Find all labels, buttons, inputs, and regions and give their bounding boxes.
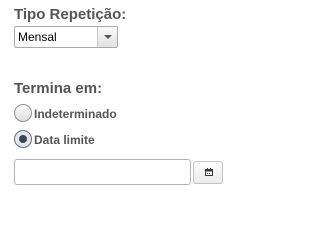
end-date-input[interactable] <box>14 159 191 185</box>
radio-indeterminate[interactable] <box>14 104 32 122</box>
repeat-type-label: Tipo Repetição: <box>14 6 127 23</box>
calendar-icon <box>205 168 213 176</box>
repeat-type-select[interactable]: Mensal <box>14 26 118 48</box>
ends-on-label: Termina em: <box>14 80 103 97</box>
radio-date-limit[interactable] <box>14 130 32 148</box>
radio-date-limit-label[interactable]: Data limite <box>34 133 95 147</box>
chevron-down-icon[interactable] <box>97 27 117 47</box>
radio-indeterminate-label[interactable]: Indeterminado <box>34 107 117 121</box>
calendar-button[interactable] <box>193 161 223 184</box>
repeat-type-selected-value: Mensal <box>18 30 57 44</box>
